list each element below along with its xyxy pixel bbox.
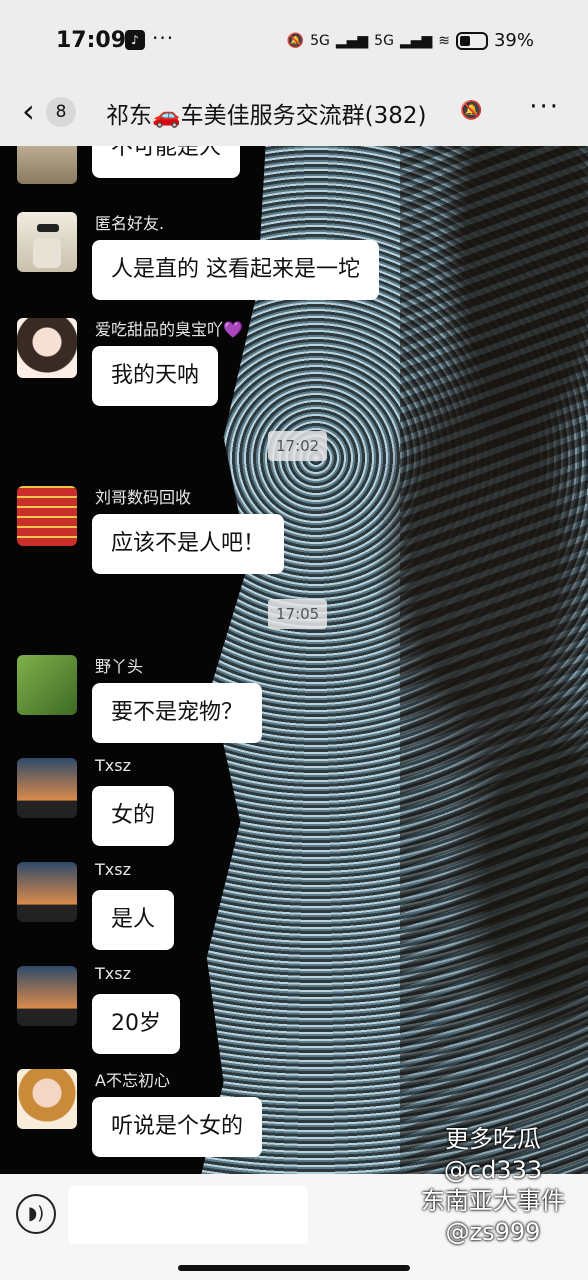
watermark-line-1: 更多吃瓜	[445, 1125, 541, 1153]
sender-name: Txsz	[95, 860, 131, 879]
avatar[interactable]	[17, 318, 77, 378]
signal-5g-icon-2: 5G	[374, 32, 394, 49]
sender-name: 匿名好友.	[95, 214, 165, 233]
avatar[interactable]	[17, 146, 77, 184]
status-indicators: 🔕 5G ▂▄▆ 5G ▂▄▆ ≋ 39%	[287, 30, 534, 51]
wifi-icon: ≋	[438, 32, 450, 49]
sender-name: Txsz	[95, 964, 131, 983]
sender-name: A不忘初心	[95, 1071, 170, 1090]
message-bubble[interactable]: 不可能是人	[92, 146, 241, 178]
signal-5g-icon: 5G	[310, 32, 330, 49]
watermark-line-3: 东南亚大事件	[421, 1187, 565, 1215]
sender-name: 爱吃甜品的臭宝吖💜	[95, 320, 243, 339]
signal-bars-icon-2: ▂▄▆	[399, 32, 433, 49]
background-shadow	[400, 146, 588, 1174]
sender-name: 野丫头	[95, 657, 144, 676]
unread-count-badge[interactable]: 8	[46, 97, 76, 127]
status-bar: 17:09 ♪ ··· 🔕 5G ▂▄▆ 5G ▂▄▆ ≋ 39%	[0, 0, 588, 80]
battery-icon	[455, 31, 488, 50]
avatar[interactable]	[17, 758, 77, 818]
status-more-icon: ···	[152, 26, 175, 50]
watermark: 更多吃瓜 @cd333 东南亚大事件 @zs999	[418, 1124, 568, 1248]
message-text-input[interactable]	[68, 1186, 308, 1244]
avatar[interactable]	[17, 966, 77, 1026]
chat-message-list[interactable]: 不可能是人 匿名好友. 人是直的 这看起来是一坨 爱吃甜品的臭宝吖💜 我的天呐 …	[0, 146, 588, 1174]
message-bubble[interactable]: 应该不是人吧！	[92, 514, 285, 574]
message-bubble[interactable]: 我的天呐	[92, 346, 219, 406]
avatar[interactable]	[17, 486, 77, 546]
time-divider: 17:05	[268, 599, 328, 629]
message-bubble[interactable]: 要不是宠物？	[92, 683, 263, 743]
tiktok-icon: ♪	[125, 30, 145, 50]
watermark-line-2: @cd333	[443, 1156, 543, 1184]
signal-bars-icon: ▂▄▆	[335, 32, 369, 49]
status-time: 17:09	[56, 28, 127, 53]
message-bubble[interactable]: 女的	[92, 786, 175, 846]
watermark-line-4: @zs999	[445, 1218, 541, 1246]
message-bubble[interactable]: 是人	[92, 890, 175, 950]
sender-name: Txsz	[95, 756, 131, 775]
muted-bell-icon: 🔕	[460, 100, 483, 121]
time-divider: 17:02	[268, 431, 328, 461]
chat-header: ‹ 8 祁东🚗车美佳服务交流群(382) 🔕 ···	[0, 80, 588, 146]
message-bubble[interactable]: 人是直的 这看起来是一坨	[92, 240, 379, 300]
message-bubble[interactable]: 听说是个女的	[92, 1097, 263, 1157]
avatar[interactable]	[17, 1069, 77, 1129]
message-bubble[interactable]: 20岁	[92, 994, 180, 1054]
battery-percent: 39%	[493, 30, 534, 51]
home-indicator[interactable]	[178, 1265, 410, 1271]
mute-status-icon: 🔕	[286, 32, 305, 49]
avatar[interactable]	[17, 212, 77, 272]
back-chevron-icon[interactable]: ‹	[22, 95, 42, 127]
chat-title: 祁东🚗车美佳服务交流群(382)	[106, 103, 427, 129]
voice-input-icon[interactable]: ◗)	[16, 1194, 56, 1234]
avatar[interactable]	[17, 655, 77, 715]
sender-name: 刘哥数码回收	[95, 488, 192, 507]
more-options-icon[interactable]: ···	[529, 92, 560, 122]
avatar[interactable]	[17, 862, 77, 922]
